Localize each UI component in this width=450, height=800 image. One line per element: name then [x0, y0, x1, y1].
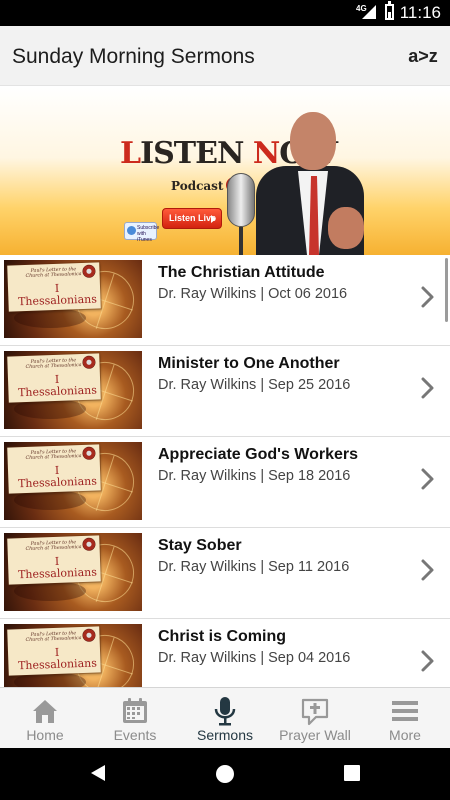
- home-icon: [29, 695, 61, 727]
- sermon-thumbnail: Paul's Letter to the Church at Thessalon…: [4, 351, 142, 429]
- sermon-meta: Dr. Ray Wilkins | Sep 04 2016: [158, 650, 351, 666]
- sermon-meta: Dr. Ray Wilkins | Sep 25 2016: [158, 377, 351, 393]
- chevron-right-icon: [419, 649, 437, 673]
- tab-more[interactable]: More: [360, 688, 450, 749]
- subscribe-label: Subscribe with iTunes: [137, 225, 160, 243]
- speaker-hand: [328, 207, 364, 249]
- sermon-list-item[interactable]: Paul's Letter to the Church at Thessalon…: [0, 437, 450, 528]
- seal-icon: [82, 446, 96, 460]
- seal-icon: [82, 537, 96, 551]
- sermon-title: Appreciate God's Workers: [158, 446, 359, 463]
- chevron-right-icon: [419, 467, 437, 491]
- thumbnail-book-title: I Thessalonians: [17, 554, 98, 582]
- sermon-title: Stay Sober: [158, 537, 242, 554]
- thumbnail-subtitle: Paul's Letter to the Church at Thessalon…: [25, 358, 82, 370]
- sermon-list-scrollbar[interactable]: [445, 258, 448, 322]
- chevron-right-icon: [419, 376, 437, 400]
- thumbnail-paper: Paul's Letter to the Church at Thessalon…: [7, 535, 101, 585]
- tab-home[interactable]: Home: [0, 688, 90, 749]
- seal-icon: [82, 264, 96, 278]
- thumbnail-book-title: I Thessalonians: [17, 281, 98, 309]
- back-icon[interactable]: [90, 764, 106, 782]
- seal-icon: [82, 628, 96, 642]
- sermon-thumbnail: Paul's Letter to the Church at Thessalon…: [4, 624, 142, 687]
- tab-label-sermons: Sermons: [196, 727, 254, 743]
- listen-now-banner[interactable]: LISTEN NOW Podcast Subscribe with iTunes…: [0, 87, 450, 255]
- battery-icon: [385, 1, 394, 20]
- thumbnail-book-title: I Thessalonians: [17, 463, 98, 491]
- app-header: Sunday Morning Sermons a>z: [0, 26, 450, 86]
- microphone-stand: [239, 227, 243, 255]
- page-title: Sunday Morning Sermons: [12, 45, 255, 68]
- status-time: 11:16: [399, 3, 441, 22]
- tab-sermons[interactable]: Sermons: [180, 688, 270, 749]
- tab-label-home: Home: [26, 727, 64, 743]
- microphone-icon: [209, 695, 241, 727]
- tab-label-more: More: [389, 727, 421, 743]
- sermon-meta: Dr. Ray Wilkins | Oct 06 2016: [158, 286, 348, 302]
- calendar-icon: [119, 695, 151, 727]
- menu-icon: [389, 695, 421, 727]
- sermon-title: The Christian Attitude: [158, 264, 325, 281]
- thumbnail-paper: Paul's Letter to the Church at Thessalon…: [7, 626, 101, 676]
- tab-prayer-wall[interactable]: Prayer Wall: [270, 688, 360, 749]
- status-bar: 4G 11:16: [0, 0, 450, 26]
- sermon-meta: Dr. Ray Wilkins | Sep 11 2016: [158, 559, 350, 575]
- subscribe-itunes-badge[interactable]: Subscribe with iTunes: [124, 222, 160, 243]
- sort-alphabetical-button[interactable]: a>z: [404, 42, 442, 70]
- thumbnail-subtitle: Paul's Letter to the Church at Thessalon…: [25, 449, 82, 461]
- chat-cross-icon: [299, 695, 331, 727]
- thumbnail-book-title: I Thessalonians: [17, 645, 98, 673]
- bottom-tab-bar: Home Events Sermons Prayer Wall More: [0, 687, 450, 748]
- tab-events[interactable]: Events: [90, 688, 180, 749]
- sermon-list-item[interactable]: Paul's Letter to the Church at Thessalon…: [0, 255, 450, 346]
- system-navigation-bar: [0, 748, 450, 800]
- chevron-right-icon: [419, 285, 437, 309]
- listen-live-button[interactable]: Listen Live: [162, 208, 222, 229]
- chevron-right-icon: [419, 558, 437, 582]
- sermon-thumbnail: Paul's Letter to the Church at Thessalon…: [4, 260, 142, 338]
- sermon-title: Minister to One Another: [158, 355, 340, 372]
- signal-icon: [362, 5, 376, 19]
- microphone-image: [227, 173, 255, 227]
- thumbnail-paper: Paul's Letter to the Church at Thessalon…: [7, 444, 101, 494]
- home-circle-icon[interactable]: [216, 765, 234, 783]
- recent-apps-icon[interactable]: [344, 765, 360, 781]
- sermon-list-item[interactable]: Paul's Letter to the Church at Thessalon…: [0, 346, 450, 437]
- sermon-list[interactable]: Paul's Letter to the Church at Thessalon…: [0, 255, 450, 687]
- thumbnail-subtitle: Paul's Letter to the Church at Thessalon…: [25, 540, 82, 552]
- speaker-head: [290, 112, 336, 170]
- tab-label-events: Events: [113, 727, 157, 743]
- thumbnail-book-title: I Thessalonians: [17, 372, 98, 400]
- thumbnail-subtitle: Paul's Letter to the Church at Thessalon…: [25, 631, 82, 643]
- tab-label-prayer-wall: Prayer Wall: [279, 727, 351, 743]
- thumbnail-subtitle: Paul's Letter to the Church at Thessalon…: [25, 267, 82, 279]
- sermon-thumbnail: Paul's Letter to the Church at Thessalon…: [4, 533, 142, 611]
- sermon-list-item[interactable]: Paul's Letter to the Church at Thessalon…: [0, 528, 450, 619]
- sermon-title: Christ is Coming: [158, 628, 287, 645]
- itunes-icon: [127, 226, 136, 235]
- thumbnail-paper: Paul's Letter to the Church at Thessalon…: [7, 353, 101, 403]
- sermon-thumbnail: Paul's Letter to the Church at Thessalon…: [4, 442, 142, 520]
- seal-icon: [82, 355, 96, 369]
- thumbnail-paper: Paul's Letter to the Church at Thessalon…: [7, 262, 101, 312]
- sermon-list-item[interactable]: Paul's Letter to the Church at Thessalon…: [0, 619, 450, 687]
- sermon-meta: Dr. Ray Wilkins | Sep 18 2016: [158, 468, 351, 484]
- podcast-label: Podcast: [171, 179, 224, 193]
